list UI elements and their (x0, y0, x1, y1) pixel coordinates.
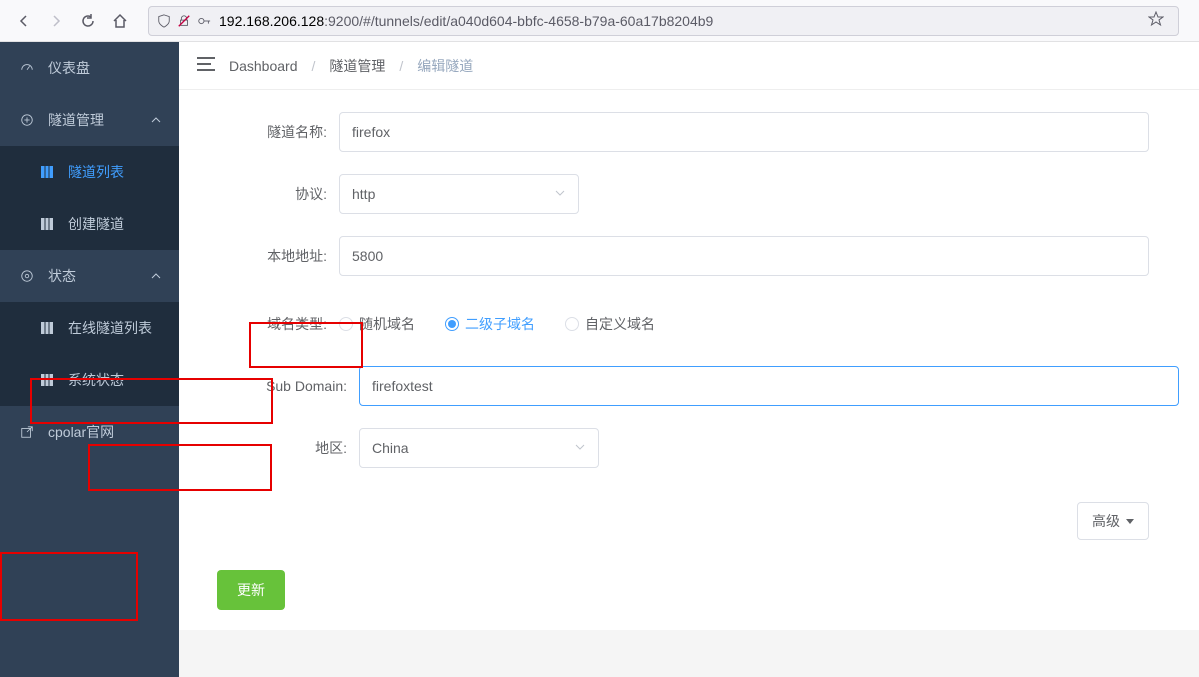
sidebar-label: 状态 (48, 266, 76, 286)
subdomain-input[interactable] (359, 366, 1179, 406)
nav-back-button[interactable] (10, 7, 38, 35)
nav-home-button[interactable] (106, 7, 134, 35)
tunnel-name-label: 隧道名称: (199, 122, 339, 142)
sidebar: 仪表盘 隧道管理 隧道列表 创建隧道 状态 (0, 42, 179, 677)
breadcrumb-sep: / (399, 58, 403, 74)
region-label: 地区: (199, 438, 359, 458)
grid-icon (38, 218, 56, 230)
protocol-select[interactable]: http (339, 174, 579, 214)
update-button[interactable]: 更新 (217, 570, 285, 610)
sidebar-label: 创建隧道 (68, 214, 124, 234)
nav-forward-button[interactable] (42, 7, 70, 35)
radio-subdomain[interactable]: 二级子域名 (445, 314, 535, 334)
breadcrumb-sep: / (312, 58, 316, 74)
sidebar-label: 隧道列表 (68, 162, 124, 182)
sidebar-item-official[interactable]: cpolar官网 (0, 406, 179, 458)
local-addr-label: 本地地址: (199, 246, 339, 266)
advanced-button[interactable]: 高级 (1077, 502, 1149, 540)
sidebar-item-status[interactable]: 状态 (0, 250, 179, 302)
sidebar-label: 隧道管理 (48, 110, 104, 130)
address-bar[interactable]: 192.168.206.128:9200/#/tunnels/edit/a040… (148, 6, 1179, 36)
sidebar-label: 系统状态 (68, 370, 124, 390)
sidebar-item-dashboard[interactable]: 仪表盘 (0, 42, 179, 94)
sidebar-item-tunnel-mgmt[interactable]: 隧道管理 (0, 94, 179, 146)
radio-label: 随机域名 (359, 314, 415, 334)
nav-reload-button[interactable] (74, 7, 102, 35)
sidebar-label: 在线隧道列表 (68, 318, 152, 338)
protocol-value: http (352, 186, 375, 202)
radio-random-domain[interactable]: 随机域名 (339, 314, 415, 334)
grid-icon (38, 374, 56, 386)
subdomain-label: Sub Domain: (199, 378, 359, 394)
circle-plus-icon (18, 113, 36, 127)
sidebar-label: 仪表盘 (48, 58, 90, 78)
breadcrumb-item[interactable]: Dashboard (229, 58, 298, 74)
tunnel-name-input[interactable] (339, 112, 1149, 152)
chevron-up-icon (151, 268, 161, 284)
sidebar-item-tunnel-create[interactable]: 创建隧道 (0, 198, 179, 250)
shield-icon (157, 14, 171, 28)
sidebar-label: cpolar官网 (48, 422, 114, 442)
grid-icon (38, 322, 56, 334)
region-select[interactable]: China (359, 428, 599, 468)
chevron-up-icon (151, 112, 161, 128)
browser-toolbar: 192.168.206.128:9200/#/tunnels/edit/a040… (0, 0, 1199, 42)
radio-custom-domain[interactable]: 自定义域名 (565, 314, 655, 334)
sidebar-item-system-status[interactable]: 系统状态 (0, 354, 179, 406)
radio-label: 二级子域名 (465, 314, 535, 334)
chevron-down-icon (554, 186, 566, 202)
bookmark-star-icon[interactable] (1142, 11, 1170, 30)
key-icon (197, 14, 211, 28)
form: 隧道名称: 协议: http 本地地址: 域名类型: 随机域名 (179, 90, 1199, 630)
region-value: China (372, 440, 409, 456)
domain-type-label: 域名类型: (199, 314, 339, 334)
lock-slash-icon (177, 14, 191, 28)
content-area: Dashboard / 隧道管理 / 编辑隧道 隧道名称: 协议: http (179, 42, 1199, 677)
external-link-icon (18, 425, 36, 439)
sidebar-item-tunnel-list[interactable]: 隧道列表 (0, 146, 179, 198)
gauge-icon (18, 61, 36, 75)
breadcrumb-current: 编辑隧道 (417, 56, 473, 76)
sidebar-item-online-tunnels[interactable]: 在线隧道列表 (0, 302, 179, 354)
triangle-down-icon (1126, 519, 1134, 524)
chevron-down-icon (574, 440, 586, 456)
hamburger-icon[interactable] (197, 56, 215, 75)
topbar: Dashboard / 隧道管理 / 编辑隧道 (179, 42, 1199, 90)
url-text: 192.168.206.128:9200/#/tunnels/edit/a040… (219, 13, 713, 29)
advanced-label: 高级 (1092, 511, 1120, 531)
target-icon (18, 269, 36, 283)
breadcrumb-item[interactable]: 隧道管理 (329, 56, 385, 76)
grid-icon (38, 166, 56, 178)
protocol-label: 协议: (199, 184, 339, 204)
radio-label: 自定义域名 (585, 314, 655, 334)
local-addr-input[interactable] (339, 236, 1149, 276)
